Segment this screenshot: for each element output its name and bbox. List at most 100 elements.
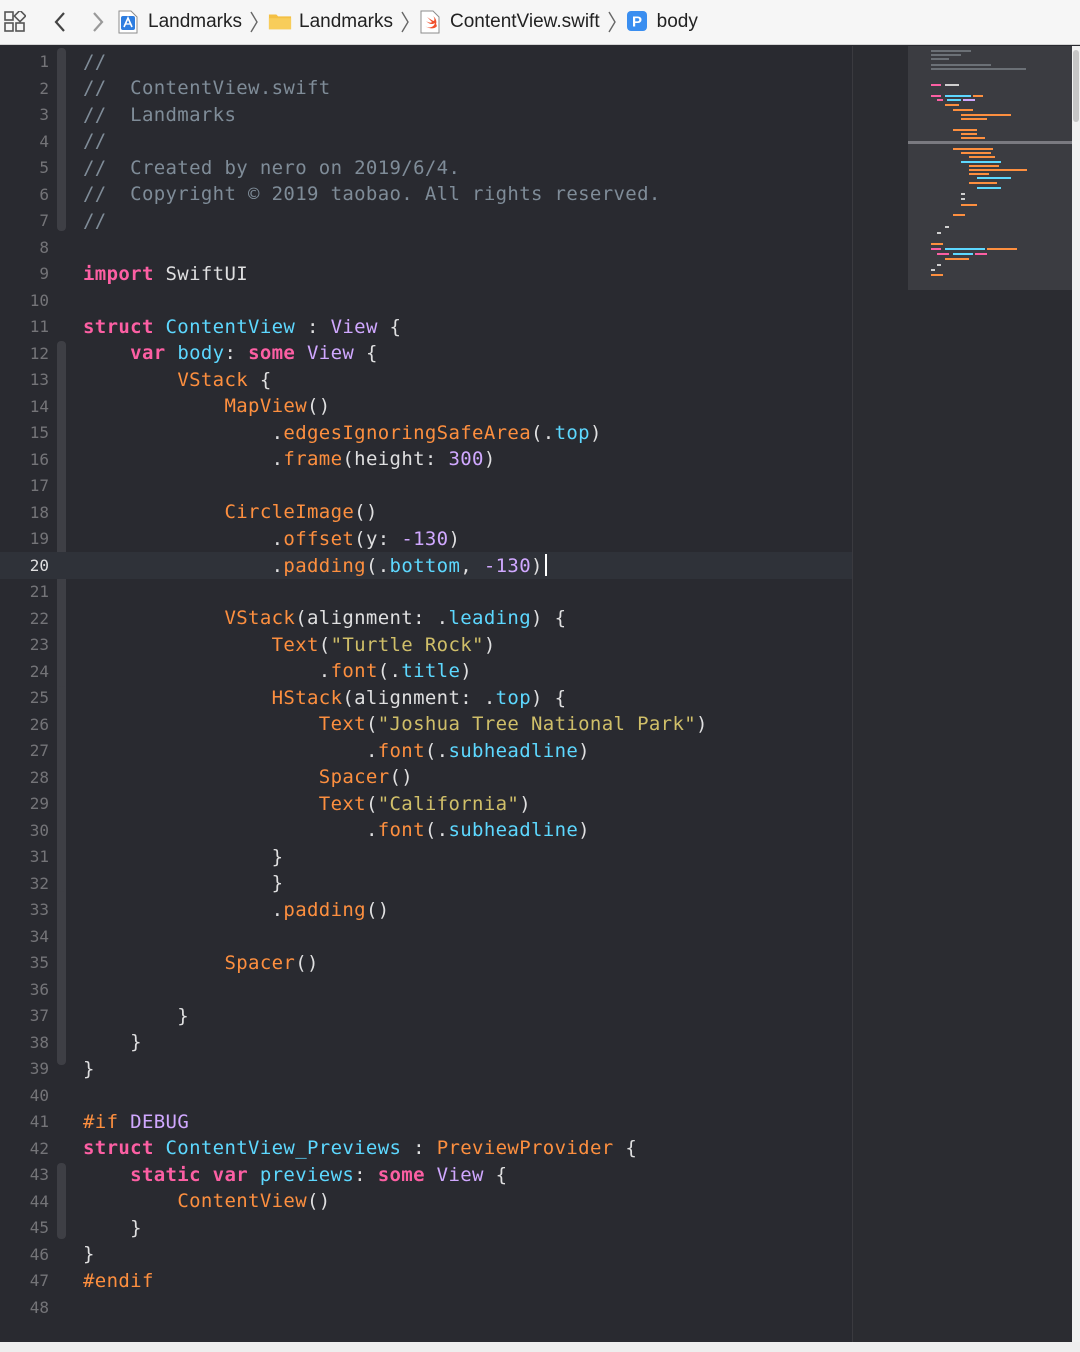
code-line[interactable]: 46}	[0, 1241, 852, 1268]
minimap-stroke	[977, 187, 1001, 189]
line-number: 2	[39, 78, 49, 98]
breadcrumb-file[interactable]: ContentView.swift	[419, 9, 618, 35]
code-line[interactable]: 30 .font(.subheadline)	[0, 817, 852, 844]
minimap-stroke	[945, 248, 985, 250]
code-line[interactable]: 40	[0, 1082, 852, 1109]
code-text: Spacer()	[224, 951, 319, 974]
line-number: 44	[29, 1191, 49, 1211]
line-number: 34	[29, 926, 49, 946]
minimap-stroke	[969, 156, 995, 158]
code-line[interactable]: 23 Text("Turtle Rock")	[0, 632, 852, 659]
code-text: import SwiftUI	[83, 262, 249, 285]
line-number: 18	[29, 502, 49, 522]
source-editor[interactable]: 1// 2// ContentView.swift 3// Landmarks …	[0, 46, 852, 1342]
code-line[interactable]: 41 #if DEBUG	[0, 1109, 852, 1136]
related-items-grid-icon[interactable]	[3, 10, 27, 34]
breadcrumb-symbol[interactable]: P body	[626, 10, 698, 34]
code-line[interactable]: 25 HStack(alignment: .top) {	[0, 685, 852, 712]
code-line[interactable]: 47 #endif	[0, 1268, 852, 1295]
code-line[interactable]: 37 }	[0, 1003, 852, 1030]
code-text: .padding()	[271, 898, 390, 921]
code-line[interactable]: 29 Text("California")	[0, 791, 852, 818]
code-line[interactable]: 42 struct ContentView_Previews : PreviewP…	[0, 1135, 852, 1162]
code-line[interactable]: 38 }	[0, 1029, 852, 1056]
code-line[interactable]: 11 struct ContentView : View {	[0, 314, 852, 341]
code-line[interactable]: 12 var body: some View {	[0, 340, 852, 367]
code-line[interactable]: 1 //	[0, 49, 852, 76]
minimap-stroke	[945, 226, 949, 228]
minimap[interactable]	[852, 46, 1080, 1342]
minimap-visible-region[interactable]	[908, 46, 1073, 290]
code-text: static var previews: some View {	[130, 1163, 508, 1186]
breadcrumb-label: body	[656, 11, 698, 32]
code-text: var body: some View {	[130, 342, 378, 365]
code-line[interactable]: 2 // ContentView.swift	[0, 75, 852, 102]
code-line[interactable]: 9 import SwiftUI	[0, 261, 852, 288]
code-line[interactable]: 43 static var previews: some View {	[0, 1162, 852, 1189]
code-line-current[interactable]: 20 .padding(.bottom, -130)	[0, 552, 852, 579]
code-line[interactable]: 17	[0, 473, 852, 500]
line-number: 7	[39, 211, 49, 231]
minimap-stroke	[945, 104, 959, 106]
back-arrow-icon[interactable]	[49, 10, 71, 34]
code-text: .font(.subheadline)	[365, 819, 590, 842]
vertical-scrollbar[interactable]	[1072, 46, 1080, 1342]
code-line[interactable]: 34	[0, 923, 852, 950]
line-number: 26	[29, 714, 49, 734]
code-line[interactable]: 14 MapView()	[0, 393, 852, 420]
code-line[interactable]: 10	[0, 287, 852, 314]
line-number: 47	[29, 1271, 49, 1291]
code-text: Text("California")	[318, 792, 531, 815]
code-line[interactable]: 33 .padding()	[0, 897, 852, 924]
code-line[interactable]: 26 Text("Joshua Tree National Park")	[0, 711, 852, 738]
minimap-stroke	[937, 264, 941, 266]
breadcrumb-project[interactable]: Landmarks	[117, 9, 260, 35]
code-text: }	[83, 845, 284, 868]
code-line[interactable]: 35 Spacer()	[0, 950, 852, 977]
scrollbar-thumb[interactable]	[1073, 50, 1079, 122]
code-text: Spacer()	[318, 766, 414, 789]
minimap-stroke	[931, 68, 1026, 70]
code-line[interactable]: 18 CircleImage()	[0, 499, 852, 526]
code-line[interactable]: 36	[0, 976, 852, 1003]
minimap-stroke	[961, 137, 985, 139]
code-line[interactable]: 19 .offset(y: -130)	[0, 526, 852, 553]
code-line[interactable]: 32 }	[0, 870, 852, 897]
line-number: 10	[29, 290, 49, 310]
code-line[interactable]: 21	[0, 579, 852, 606]
breadcrumb-group[interactable]: Landmarks	[268, 9, 411, 35]
code-line[interactable]: 44 ContentView()	[0, 1188, 852, 1215]
code-line[interactable]: 48	[0, 1294, 852, 1321]
code-line[interactable]: 8	[0, 234, 852, 261]
code-line[interactable]: 5 // Created by nero on 2019/6/4.	[0, 155, 852, 182]
code-line[interactable]: 27 .font(.subheadline)	[0, 738, 852, 765]
code-text: HStack(alignment: .top) {	[271, 686, 567, 709]
code-line[interactable]: 31 }	[0, 844, 852, 871]
code-line[interactable]: 28 Spacer()	[0, 764, 852, 791]
forward-arrow-icon[interactable]	[87, 10, 109, 34]
code-line[interactable]: 4 //	[0, 128, 852, 155]
code-line[interactable]: 3 // Landmarks	[0, 102, 852, 129]
code-line[interactable]: 13 VStack {	[0, 367, 852, 394]
chevron-right-icon	[248, 9, 260, 35]
minimap-stroke	[969, 165, 999, 167]
line-number: 33	[29, 900, 49, 920]
code-text: MapView()	[224, 395, 331, 418]
code-line[interactable]: 16 .frame(height: 300)	[0, 446, 852, 473]
code-line[interactable]: 15 .edgesIgnoringSafeArea(.top)	[0, 420, 852, 447]
code-line[interactable]: 24 .font(.title)	[0, 658, 852, 685]
svg-text:P: P	[632, 14, 642, 31]
line-number: 21	[29, 582, 49, 602]
line-number: 36	[29, 979, 49, 999]
code-line[interactable]: 45 }	[0, 1215, 852, 1242]
minimap-current-line-marker	[908, 141, 1073, 144]
code-text: }	[83, 1004, 190, 1027]
code-line[interactable]: 22 VStack(alignment: .leading) {	[0, 605, 852, 632]
line-number: 45	[29, 1218, 49, 1238]
line-number: 29	[29, 794, 49, 814]
code-line[interactable]: 39}	[0, 1056, 852, 1083]
code-text: // Created by nero on 2019/6/4.	[83, 156, 461, 179]
code-line[interactable]: 7 //	[0, 208, 852, 235]
code-line[interactable]: 6 // Copyright © 2019 taobao. All rights …	[0, 181, 852, 208]
code-text: }	[83, 1057, 95, 1080]
